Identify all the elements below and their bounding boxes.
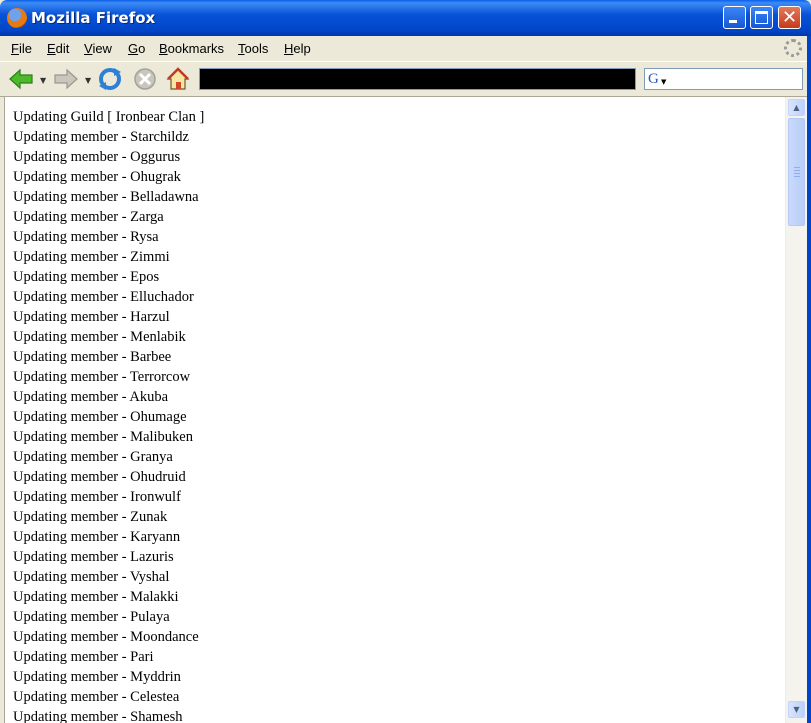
back-arrow-icon[interactable] bbox=[7, 66, 35, 92]
log-line: Updating member - Ohudruid bbox=[13, 469, 186, 485]
log-line: Updating member - Harzul bbox=[13, 309, 170, 325]
minimize-button[interactable] bbox=[723, 6, 746, 29]
browser-window: Mozilla Firefox ✕ File Edit View Go Book… bbox=[0, 0, 811, 723]
firefox-logo-icon bbox=[7, 8, 27, 28]
log-line: Updating member - Lazuris bbox=[13, 549, 174, 565]
chevron-up-icon: ▲ bbox=[793, 103, 800, 112]
forward-arrow-icon[interactable] bbox=[52, 66, 80, 92]
scroll-up-button[interactable]: ▲ bbox=[788, 99, 805, 116]
home-icon[interactable] bbox=[164, 66, 192, 92]
minimize-icon bbox=[729, 20, 737, 23]
log-line: Updating member - Myddrin bbox=[13, 669, 181, 685]
log-line: Updating member - Vyshal bbox=[13, 569, 170, 585]
log-line: Updating member - Oggurus bbox=[13, 149, 181, 165]
grip-line bbox=[794, 170, 800, 171]
menu-view[interactable]: View bbox=[84, 41, 112, 56]
menu-bar: File Edit View Go Bookmarks Tools Help bbox=[0, 36, 811, 62]
log-line: Updating member - Malibuken bbox=[13, 429, 193, 445]
log-line: Updating member - Granya bbox=[13, 449, 173, 465]
log-line: Updating member - Starchildz bbox=[13, 129, 189, 145]
log-line: Updating member - Menlabik bbox=[13, 329, 186, 345]
menu-edit[interactable]: Edit bbox=[47, 41, 69, 56]
maximize-icon bbox=[755, 11, 768, 24]
log-line: Updating member - Elluchador bbox=[13, 289, 194, 305]
log-line: Updating member - Karyann bbox=[13, 529, 181, 545]
chevron-down-icon: ▼ bbox=[793, 705, 800, 714]
update-log: Updating Guild [ Ironbear Clan ] Updating… bbox=[13, 107, 204, 723]
scrollbar-thumb[interactable] bbox=[788, 118, 805, 226]
window-right-border bbox=[807, 36, 811, 723]
maximize-button[interactable] bbox=[750, 6, 773, 29]
grip-line bbox=[794, 176, 800, 177]
menu-help[interactable]: Help bbox=[284, 41, 311, 56]
throbber-icon bbox=[784, 39, 802, 57]
log-line: Updating member - Ironwulf bbox=[13, 489, 181, 505]
menu-bookmarks[interactable]: Bookmarks bbox=[159, 41, 224, 56]
log-line: Updating member - Malakki bbox=[13, 589, 179, 605]
title-bar[interactable]: Mozilla Firefox ✕ bbox=[0, 0, 811, 36]
close-button[interactable]: ✕ bbox=[778, 6, 801, 29]
log-line: Updating member - Ohugrak bbox=[13, 169, 181, 185]
menu-tools[interactable]: Tools bbox=[238, 41, 268, 56]
menu-file[interactable]: File bbox=[11, 41, 32, 56]
url-bar[interactable] bbox=[199, 68, 636, 90]
log-line: Updating Guild [ Ironbear Clan ] bbox=[13, 109, 205, 125]
log-line: Updating member - Moondance bbox=[13, 629, 199, 645]
scroll-down-button[interactable]: ▼ bbox=[788, 701, 805, 718]
log-line: Updating member - Barbee bbox=[13, 349, 172, 365]
stop-icon[interactable] bbox=[131, 66, 159, 92]
window-title: Mozilla Firefox bbox=[31, 9, 156, 27]
reload-icon[interactable] bbox=[96, 66, 124, 92]
log-line: Updating member - Celestea bbox=[13, 689, 180, 705]
forward-history-dropdown-icon[interactable]: ▼ bbox=[85, 76, 91, 85]
log-line: Updating member - Zimmi bbox=[13, 249, 170, 265]
log-line: Updating member - Epos bbox=[13, 269, 160, 285]
navigation-toolbar: ▼ ▼ G ▼ bbox=[0, 62, 811, 97]
menu-go[interactable]: Go bbox=[128, 41, 145, 56]
log-line: Updating member - Ohumage bbox=[13, 409, 187, 425]
grip-line bbox=[794, 167, 800, 168]
log-line: Updating member - Akuba bbox=[13, 389, 169, 405]
search-engine-dropdown-icon[interactable]: ▼ bbox=[661, 78, 666, 86]
log-line: Updating member - Zarga bbox=[13, 209, 164, 225]
vertical-scrollbar[interactable]: ▲ ▼ bbox=[785, 97, 807, 723]
log-line: Updating member - Pulaya bbox=[13, 609, 170, 625]
search-engine-icon[interactable]: G bbox=[648, 71, 662, 87]
log-line: Updating member - Pari bbox=[13, 649, 154, 665]
close-icon: ✕ bbox=[781, 7, 798, 28]
log-line: Updating member - Rysa bbox=[13, 229, 159, 245]
log-line: Updating member - Shamesh bbox=[13, 709, 183, 723]
log-line: Updating member - Terrorcow bbox=[13, 369, 191, 385]
log-line: Updating member - Zunak bbox=[13, 509, 168, 525]
back-history-dropdown-icon[interactable]: ▼ bbox=[40, 76, 46, 85]
page-content: Updating Guild [ Ironbear Clan ] Updating… bbox=[4, 97, 785, 723]
grip-line bbox=[794, 173, 800, 174]
log-line: Updating member - Belladawna bbox=[13, 189, 199, 205]
search-bar[interactable]: G ▼ bbox=[644, 68, 803, 90]
